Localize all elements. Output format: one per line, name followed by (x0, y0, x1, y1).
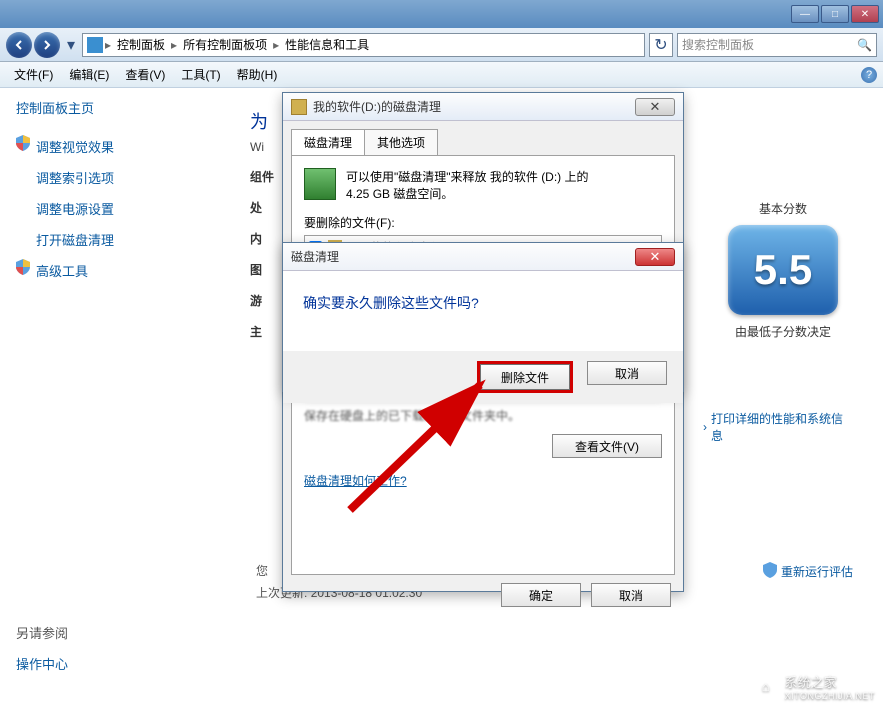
desc-line2: 4.25 GB 磁盘空间。 (346, 185, 589, 202)
back-button[interactable] (6, 32, 32, 58)
sidebar-control-panel-home[interactable]: 控制面板主页 (16, 98, 204, 117)
watermark: ⌂ 系统之家 XITONGZHIJIA.NET (753, 672, 875, 701)
sidebar-item-index[interactable]: 调整索引选项 (16, 162, 204, 193)
titlebar: — □ ✕ (0, 0, 883, 28)
confirm-close-button[interactable]: ✕ (635, 248, 675, 266)
menu-help[interactable]: 帮助(H) (229, 62, 286, 87)
how-cleanup-works-link[interactable]: 磁盘清理如何工作? (304, 472, 662, 489)
refresh-button[interactable]: ↻ (649, 33, 673, 57)
score-caption: 由最低子分数决定 (713, 323, 853, 340)
blurred-caption: 保存在硬盘上的已下载的程序文件夹中。 (304, 407, 662, 424)
link-text: 重新运行评估 (781, 563, 853, 580)
chevron-right-icon: ▸ (171, 38, 177, 52)
nav-history-dropdown[interactable]: ▾ (64, 32, 78, 58)
confirm-dialog: 磁盘清理 ✕ 确实要永久删除这些文件吗? 删除文件 取消 (282, 242, 684, 392)
watermark-url: XITONGZHIJIA.NET (785, 691, 875, 701)
sidebar-item-disk[interactable]: 打开磁盘清理 (16, 224, 204, 255)
breadcrumb-performance[interactable]: 性能信息和工具 (281, 36, 373, 53)
tab-disk-cleanup[interactable]: 磁盘清理 (291, 129, 365, 155)
menu-edit[interactable]: 编辑(E) (61, 62, 117, 87)
footer-prefix: 您 (256, 564, 268, 578)
confirm-body: 确实要永久删除这些文件吗? (283, 271, 683, 351)
sidebar-action-center[interactable]: 操作中心 (16, 648, 68, 679)
score-panel: 基本分数 5.5 由最低子分数决定 (713, 200, 853, 340)
navbar: ▾ ▸ 控制面板 ▸ 所有控制面板项 ▸ 性能信息和工具 ↻ 搜索控制面板 🔍 (0, 28, 883, 62)
chevron-right-icon: ▸ (105, 38, 111, 52)
sidebar-see-also-label: 另请参阅 (16, 617, 68, 648)
breadcrumb-control-panel[interactable]: 控制面板 (113, 36, 169, 53)
cleanup-drive-icon (304, 168, 336, 200)
confirm-titlebar: 磁盘清理 ✕ (283, 243, 683, 271)
disk-cleanup-icon (291, 99, 307, 115)
view-files-button[interactable]: 查看文件(V) (552, 434, 662, 458)
search-placeholder: 搜索控制面板 (682, 36, 754, 53)
dialog-titlebar: 我的软件(D:)的磁盘清理 ✕ (283, 93, 683, 121)
confirm-cancel-button[interactable]: 取消 (587, 361, 667, 385)
confirm-buttons: 删除文件 取消 (283, 351, 683, 403)
footer-text: 您 (256, 562, 268, 579)
confirm-text: 确实要永久删除这些文件吗? (303, 293, 663, 313)
tab-other-options[interactable]: 其他选项 (364, 129, 438, 155)
link-text: 打印详细的性能和系统信息 (711, 410, 853, 444)
dialog-title: 我的软件(D:)的磁盘清理 (313, 98, 629, 115)
score-label: 基本分数 (713, 200, 853, 217)
chevron-right-icon: › (703, 420, 707, 434)
tabs: 磁盘清理 其他选项 (283, 121, 683, 155)
rerun-assessment-link[interactable]: 重新运行评估 (763, 562, 853, 581)
sidebar-footer: 另请参阅 操作中心 (16, 617, 68, 679)
sidebar-item-label: 调整视觉效果 (36, 140, 114, 155)
watermark-text: 系统之家 (785, 672, 875, 691)
shield-icon (16, 259, 30, 275)
search-input[interactable]: 搜索控制面板 🔍 (677, 33, 877, 57)
shield-icon (763, 562, 777, 581)
cleanup-description: 可以使用"磁盘清理"来释放 我的软件 (D:) 上的 4.25 GB 磁盘空间。 (304, 168, 662, 202)
sidebar-item-label: 高级工具 (36, 264, 88, 279)
files-to-delete-label: 要删除的文件(F): (304, 214, 662, 231)
dialog-close-button[interactable]: ✕ (635, 98, 675, 116)
search-icon: 🔍 (857, 38, 872, 52)
ok-button[interactable]: 确定 (501, 583, 581, 607)
forward-button[interactable] (34, 32, 60, 58)
sidebar-item-advanced[interactable]: 高级工具 (16, 255, 204, 286)
score-badge: 5.5 (728, 225, 838, 315)
menubar: 文件(F) 编辑(E) 查看(V) 工具(T) 帮助(H) ? (0, 62, 883, 88)
nav-arrows (6, 32, 60, 58)
help-icon[interactable]: ? (861, 67, 877, 83)
sidebar: 控制面板主页 调整视觉效果 调整索引选项 调整电源设置 打开磁盘清理 高级工具 … (0, 88, 220, 709)
minimize-button[interactable]: — (791, 5, 819, 23)
menu-view[interactable]: 查看(V) (117, 62, 173, 87)
sidebar-item-power[interactable]: 调整电源设置 (16, 193, 204, 224)
shield-icon (16, 135, 30, 151)
watermark-logo-icon: ⌂ (753, 674, 779, 700)
breadcrumb-all-items[interactable]: 所有控制面板项 (179, 36, 271, 53)
maximize-button[interactable]: □ (821, 5, 849, 23)
menu-file[interactable]: 文件(F) (6, 62, 61, 87)
desc-line1: 可以使用"磁盘清理"来释放 我的软件 (D:) 上的 (346, 168, 589, 185)
cancel-button[interactable]: 取消 (591, 583, 671, 607)
breadcrumb[interactable]: ▸ 控制面板 ▸ 所有控制面板项 ▸ 性能信息和工具 (82, 33, 645, 57)
computer-icon (87, 37, 103, 53)
delete-files-button[interactable]: 删除文件 (480, 364, 570, 390)
print-details-link[interactable]: › 打印详细的性能和系统信息 (703, 410, 853, 444)
chevron-right-icon: ▸ (273, 38, 279, 52)
menu-tools[interactable]: 工具(T) (173, 62, 228, 87)
sidebar-item-visual[interactable]: 调整视觉效果 (16, 131, 204, 162)
confirm-title: 磁盘清理 (291, 248, 629, 265)
delete-button-highlight: 删除文件 (477, 361, 573, 393)
dialog-buttons: 确定 取消 (283, 583, 683, 619)
close-button[interactable]: ✕ (851, 5, 879, 23)
